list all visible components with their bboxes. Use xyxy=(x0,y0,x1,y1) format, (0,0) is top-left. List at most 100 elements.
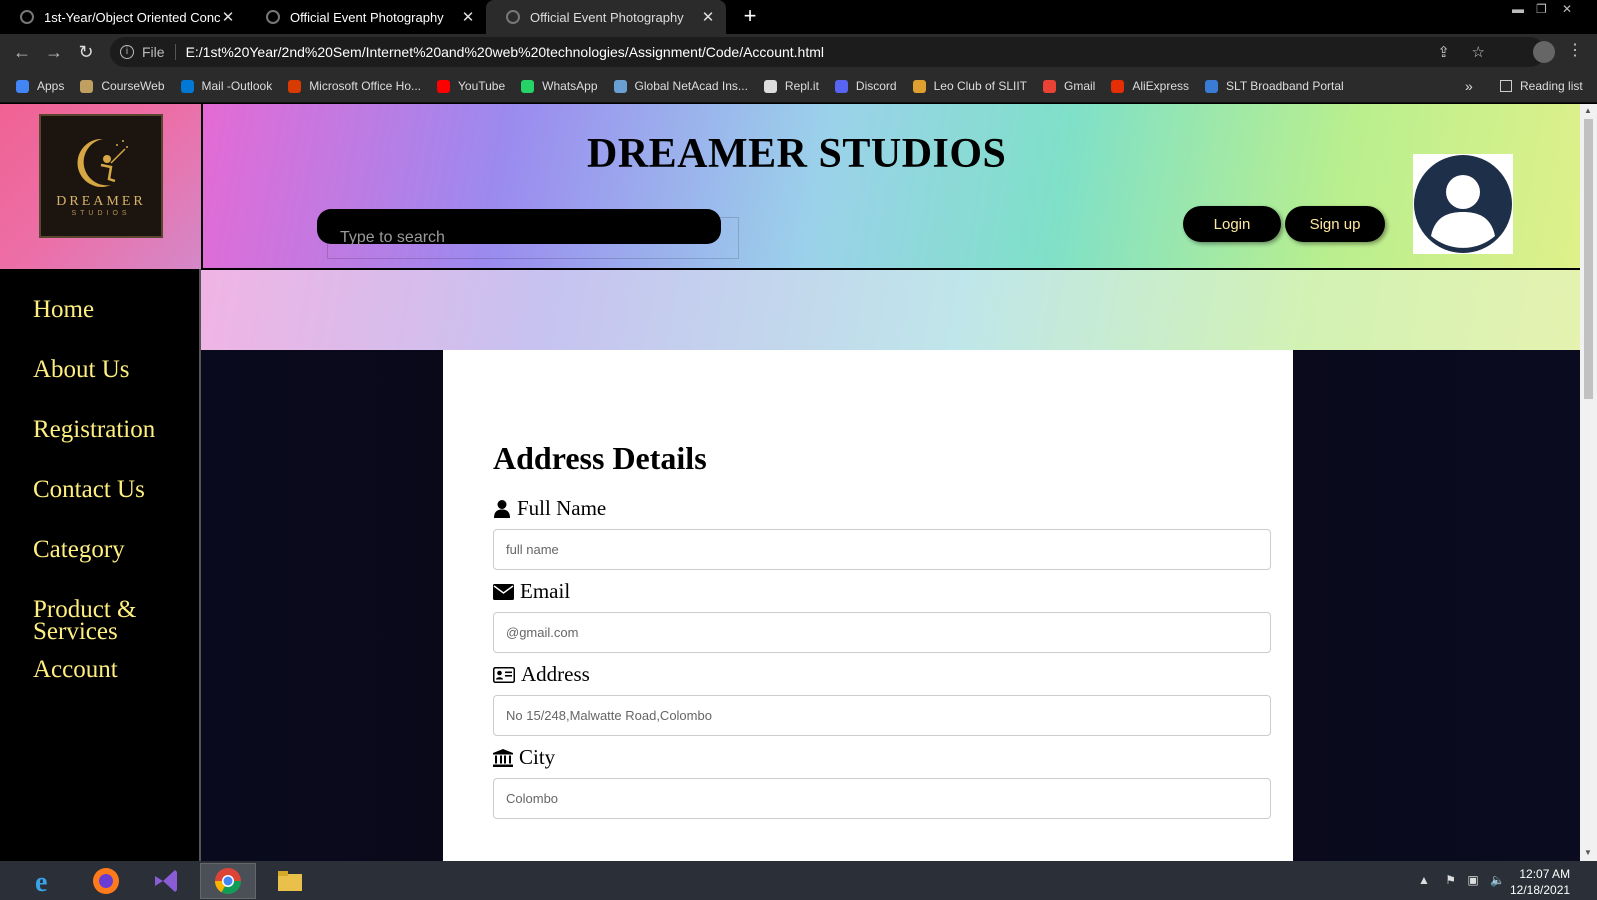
bookmark-item[interactable]: Mail -Outlook xyxy=(180,79,273,93)
info-icon[interactable]: i xyxy=(120,45,134,59)
bookmark-label: Apps xyxy=(37,79,65,93)
institution-icon xyxy=(493,748,513,767)
city-field[interactable] xyxy=(493,778,1271,819)
bookmark-item[interactable]: Discord xyxy=(834,79,897,93)
address-label: Address xyxy=(493,662,590,687)
sidebar-item-category[interactable]: Category xyxy=(33,537,193,562)
scroll-down-icon[interactable]: ▼ xyxy=(1584,848,1592,857)
bookmark-favicon-icon xyxy=(437,79,450,93)
internet-explorer-icon[interactable]: e xyxy=(18,863,74,899)
bookmark-star-icon[interactable]: ☆ xyxy=(1472,43,1485,61)
windows-taskbar: e ▲ ⚑ ▣ 🔈 12:07 AM 12/18/2021 xyxy=(0,861,1597,900)
reading-list-label: Reading list xyxy=(1520,79,1583,93)
address-bar[interactable]: i File E:/1st%20Year/2nd%20Sem/Internet%… xyxy=(110,37,1545,67)
city-label-text: City xyxy=(519,745,556,769)
taskbar-clock[interactable]: 12:07 AM 12/18/2021 xyxy=(1510,866,1570,898)
close-tab-icon[interactable]: ✕ xyxy=(460,8,476,26)
back-icon[interactable]: ← xyxy=(10,40,34,64)
browser-tab[interactable]: Official Event Photography ✕ xyxy=(246,0,486,34)
envelope-icon xyxy=(493,583,514,600)
show-hidden-icons[interactable]: ▲ xyxy=(1418,873,1430,887)
address-label-text: Address xyxy=(521,662,590,686)
sidebar-item-account[interactable]: Account xyxy=(33,657,193,682)
minimize-icon[interactable]: ▬ xyxy=(1512,2,1524,16)
full-name-field[interactable] xyxy=(493,529,1271,570)
bookmark-item[interactable]: SLT Broadband Portal xyxy=(1205,79,1344,93)
subheader-band xyxy=(201,270,1580,453)
bookmark-item[interactable]: AliExpress xyxy=(1111,79,1189,93)
bookmark-item[interactable]: Microsoft Office Ho... xyxy=(288,79,421,93)
bookmark-label: AliExpress xyxy=(1132,79,1190,93)
bookmark-item[interactable]: Apps xyxy=(16,79,64,93)
bookmark-label: Gmail xyxy=(1064,79,1096,93)
browser-tab-strip: 1st-Year/Object Oriented Concep ✕ Offici… xyxy=(0,0,1597,34)
scroll-up-icon[interactable]: ▲ xyxy=(1584,106,1592,115)
browser-toolbar: ← → ↻ i File E:/1st%20Year/2nd%20Sem/Int… xyxy=(0,34,1597,70)
close-window-icon[interactable]: ✕ xyxy=(1562,2,1572,16)
share-icon[interactable]: ⇪ xyxy=(1437,43,1450,61)
address-card-icon xyxy=(493,666,515,683)
sidebar-item-about-us[interactable]: About Us xyxy=(33,357,193,382)
bookmark-item[interactable]: CourseWeb xyxy=(80,79,165,93)
visual-studio-icon[interactable] xyxy=(138,863,194,899)
system-tray: ▲ ⚑ ▣ 🔈 xyxy=(1418,873,1505,887)
bookmark-label: SLT Broadband Portal xyxy=(1226,79,1344,93)
scroll-thumb[interactable] xyxy=(1584,119,1593,399)
address-field[interactable] xyxy=(493,695,1271,736)
reading-list-button[interactable]: Reading list xyxy=(1500,79,1583,93)
reload-icon[interactable]: ↻ xyxy=(74,40,98,64)
close-tab-icon[interactable]: ✕ xyxy=(700,8,716,26)
tab-title: Official Event Photography xyxy=(290,9,444,25)
bookmark-item[interactable]: Leo Club of SLIIT xyxy=(912,79,1027,93)
sidebar-item-home[interactable]: Home xyxy=(33,297,193,322)
more-bookmarks-icon[interactable]: » xyxy=(1465,78,1473,94)
bookmark-item[interactable]: Global NetAcad Ins... xyxy=(613,79,748,93)
new-tab-button[interactable]: + xyxy=(738,5,762,29)
flag-icon[interactable]: ⚑ xyxy=(1445,873,1456,887)
bookmark-item[interactable]: YouTube xyxy=(437,79,505,93)
sidebar-item-product-services[interactable]: Product & Services xyxy=(33,597,193,644)
bookmark-item[interactable]: Gmail xyxy=(1043,79,1095,93)
bookmarks-bar: Apps CourseWeb Mail -Outlook Microsoft Offi… xyxy=(0,70,1597,103)
bookmark-label: Discord xyxy=(855,79,897,93)
volume-icon[interactable]: 🔈 xyxy=(1490,873,1505,887)
search-input[interactable] xyxy=(327,217,739,259)
close-tab-icon[interactable]: ✕ xyxy=(220,8,236,26)
tab-title: 1st-Year/Object Oriented Concep xyxy=(44,9,220,25)
bookmark-favicon-icon xyxy=(80,79,94,93)
bookmark-label: Repl.it xyxy=(784,79,819,93)
sidebar-item-contact-us[interactable]: Contact Us xyxy=(33,477,193,502)
clock-time: 12:07 AM xyxy=(1519,867,1571,881)
user-avatar[interactable] xyxy=(1413,154,1513,254)
bookmark-item[interactable]: Repl.it xyxy=(763,79,819,93)
chrome-icon[interactable] xyxy=(200,863,256,899)
bookmark-label: CourseWeb xyxy=(101,79,165,93)
menu-icon[interactable]: ⋮ xyxy=(1567,40,1583,60)
form-heading: Address Details xyxy=(493,440,707,476)
browser-tab[interactable]: 1st-Year/Object Oriented Concep ✕ xyxy=(0,0,246,34)
address-url[interactable]: E:/1st%20Year/2nd%20Sem/Internet%20and%2… xyxy=(186,44,824,60)
site-title: DREAMER STUDIOS xyxy=(587,131,1007,177)
bookmark-item[interactable]: WhatsApp xyxy=(521,79,598,93)
file-explorer-icon[interactable] xyxy=(262,863,318,899)
logo[interactable]: DREAMER STUDIOS xyxy=(39,114,163,238)
login-button[interactable]: Login xyxy=(1183,206,1281,242)
bookmark-label: Mail -Outlook xyxy=(201,79,273,93)
email-label: Email xyxy=(493,579,570,604)
email-field[interactable] xyxy=(493,612,1271,653)
signup-button[interactable]: Sign up xyxy=(1285,206,1385,242)
crescent-moon-icon xyxy=(77,138,128,187)
bookmark-favicon-icon xyxy=(613,79,627,93)
profile-avatar[interactable] xyxy=(1533,41,1555,63)
page-scrollbar[interactable]: ▲ ▼ xyxy=(1580,104,1597,861)
browser-tab-active[interactable]: Official Event Photography ✕ xyxy=(486,0,726,34)
network-icon[interactable]: ▣ xyxy=(1467,873,1478,887)
firefox-icon[interactable] xyxy=(78,863,134,899)
bookmark-favicon-icon xyxy=(521,79,535,93)
forward-icon[interactable]: → xyxy=(42,40,66,64)
restore-icon[interactable]: ❐ xyxy=(1536,2,1547,16)
logo-text: DREAMER xyxy=(56,194,146,209)
sidebar-item-registration[interactable]: Registration xyxy=(33,417,193,442)
full-name-label-text: Full Name xyxy=(517,496,607,520)
logo-subtext: STUDIOS xyxy=(71,210,131,217)
